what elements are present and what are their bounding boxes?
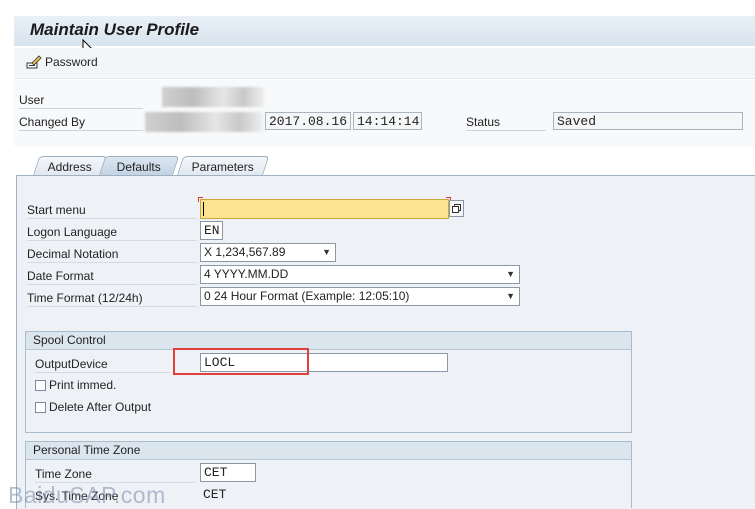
output-device-label: OutputDevice (35, 357, 171, 373)
required-corner-left (198, 197, 203, 202)
changed-by-label: Changed By (19, 115, 143, 131)
highlight-box (173, 348, 309, 375)
text-caret (203, 202, 204, 216)
tab-address-label: Address (47, 160, 92, 174)
sys-time-zone-value: CET (203, 487, 227, 502)
chevron-down-icon: ▼ (506, 291, 515, 301)
start-menu-label: Start menu (27, 203, 197, 219)
decimal-notation-label: Decimal Notation (27, 247, 197, 263)
time-format-label: Time Format (12/24h) (27, 291, 197, 307)
value-help-button[interactable] (449, 200, 464, 217)
changed-date-field: 2017.08.16 (265, 112, 351, 130)
date-format-value: 4 YYYY.MM.DD (204, 267, 289, 281)
start-menu-input[interactable] (200, 199, 449, 219)
personal-time-zone-title: Personal Time Zone (26, 442, 631, 460)
tab-defaults-label: Defaults (116, 160, 161, 174)
tab-parameters[interactable]: Parameters (176, 156, 270, 176)
decimal-notation-value: X 1,234,567.89 (204, 245, 286, 259)
delete-after-output-checkbox[interactable] (35, 402, 46, 413)
print-immed-label: Print immed. (49, 378, 117, 392)
spool-control-title: Spool Control (26, 332, 631, 350)
tab-defaults[interactable]: Defaults (98, 156, 180, 176)
application-toolbar (14, 48, 755, 79)
delete-after-output-label: Delete After Output (49, 400, 152, 414)
page-title: Maintain User Profile (30, 20, 200, 39)
watermark: BaiduSAP.com (8, 482, 166, 508)
user-value-redacted (162, 87, 264, 107)
decimal-notation-select[interactable]: X 1,234,567.89 ▼ (200, 243, 336, 262)
changed-by-value-redacted (145, 112, 263, 132)
user-label: User (19, 93, 143, 109)
time-zone-label: Time Zone (35, 467, 195, 483)
changed-time-field: 14:14:14 (353, 112, 422, 130)
tab-address[interactable]: Address (32, 156, 108, 176)
password-button[interactable]: Password (26, 55, 98, 69)
time-format-value: 0 24 Hour Format (Example: 12:05:10) (204, 289, 410, 303)
chevron-down-icon: ▼ (506, 269, 515, 279)
tab-parameters-label: Parameters (191, 160, 254, 174)
copy-icon (452, 204, 461, 213)
time-format-select[interactable]: 0 24 Hour Format (Example: 12:05:10) ▼ (200, 287, 520, 306)
print-immed-checkbox[interactable] (35, 380, 46, 391)
logon-language-label: Logon Language (27, 225, 197, 241)
date-format-label: Date Format (27, 269, 197, 285)
time-zone-input[interactable]: CET (200, 463, 256, 482)
logon-language-input[interactable]: EN (200, 221, 223, 240)
password-button-label: Password (45, 55, 98, 69)
pencil-key-icon (26, 55, 42, 69)
date-format-select[interactable]: 4 YYYY.MM.DD ▼ (200, 265, 520, 284)
status-label: Status (466, 115, 546, 131)
chevron-down-icon: ▼ (322, 247, 331, 257)
status-field: Saved (553, 112, 743, 130)
